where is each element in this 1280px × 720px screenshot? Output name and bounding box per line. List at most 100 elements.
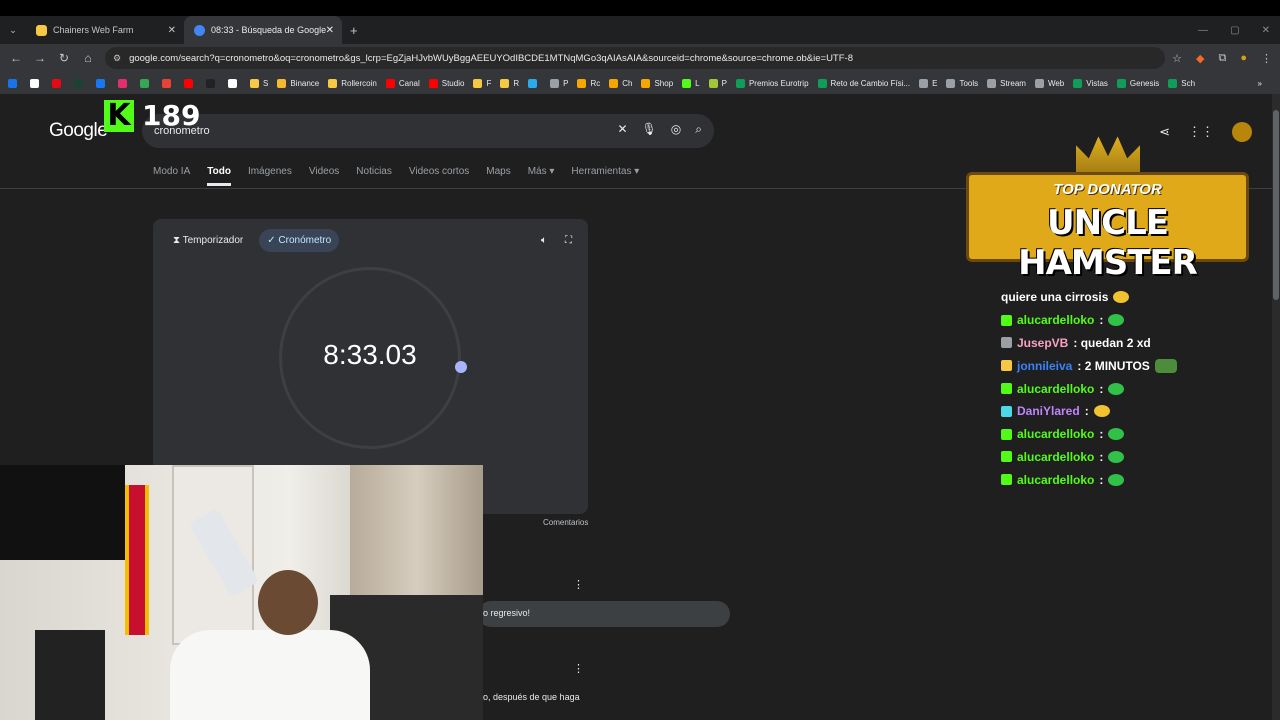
close-window-icon[interactable]: ✕ bbox=[1262, 25, 1270, 36]
bookmark-item[interactable] bbox=[228, 78, 241, 88]
profile-icon[interactable]: ● bbox=[1240, 52, 1247, 64]
extension-fox-icon[interactable]: ◆ bbox=[1196, 52, 1204, 65]
fullscreen-icon[interactable]: ⛶ bbox=[565, 235, 572, 246]
bookmark-item[interactable] bbox=[52, 78, 65, 88]
bookmark-item[interactable]: E bbox=[919, 78, 937, 88]
minimize-icon[interactable]: — bbox=[1198, 25, 1208, 36]
emote-icon bbox=[1113, 291, 1130, 304]
tab-todo[interactable]: Todo bbox=[207, 166, 231, 186]
bookmark-item[interactable]: Studio bbox=[428, 78, 464, 88]
bookmark-item[interactable] bbox=[184, 78, 197, 88]
bookmark-item[interactable]: Sch bbox=[1168, 78, 1195, 88]
bookmarks-overflow-icon[interactable]: » bbox=[1258, 79, 1262, 88]
bookmark-item[interactable] bbox=[118, 78, 131, 88]
tab-chainers[interactable]: Chainers Web Farm ✕ bbox=[26, 16, 184, 44]
url-field[interactable]: ⚙ google.com/search?q=cronometro&oq=cron… bbox=[105, 47, 1165, 69]
search-input[interactable]: cronometro ✕ 🎙︎ ◎ ⌕ bbox=[142, 114, 714, 148]
chat-message: quiere una cirrosis bbox=[1001, 286, 1251, 309]
tab-temporizador[interactable]: ⧗ Temporizador bbox=[165, 229, 251, 252]
bookmark-item[interactable]: P bbox=[708, 78, 727, 88]
bookmark-item[interactable] bbox=[30, 78, 43, 88]
tab-videos-cortos[interactable]: Videos cortos bbox=[409, 166, 469, 186]
bookmark-item[interactable]: P bbox=[550, 78, 569, 88]
bookmark-item[interactable]: Canal bbox=[385, 78, 420, 88]
tab-modo-ia[interactable]: Modo IA bbox=[153, 166, 190, 186]
close-tab-icon[interactable]: ✕ bbox=[168, 25, 176, 36]
bookmark-favicon-icon bbox=[385, 78, 395, 88]
user-badge-icon bbox=[1001, 360, 1012, 372]
close-tab-icon[interactable]: ✕ bbox=[326, 25, 334, 36]
chat-username: alucardelloko bbox=[1017, 449, 1095, 464]
more-options-icon[interactable]: ⋮ bbox=[573, 578, 584, 591]
microphone-icon[interactable]: 🎙︎ bbox=[642, 122, 657, 137]
reload-icon[interactable]: ↻ bbox=[52, 51, 76, 65]
user-badge-icon bbox=[1001, 428, 1012, 440]
tab-maps[interactable]: Maps bbox=[486, 166, 510, 186]
bookmark-item[interactable]: Vistas bbox=[1073, 78, 1108, 88]
new-tab-icon[interactable]: + bbox=[350, 23, 358, 38]
maximize-icon[interactable]: ▢ bbox=[1230, 25, 1239, 36]
tab-google-search[interactable]: 08:33 - Búsqueda de Google ✕ bbox=[184, 16, 342, 44]
bookmark-item[interactable]: Binance bbox=[277, 78, 319, 88]
bookmark-item[interactable]: Premios Eurotrip bbox=[735, 78, 809, 88]
forward-icon[interactable]: → bbox=[28, 51, 52, 65]
tab-cronometro[interactable]: ✓ Cronómetro bbox=[259, 229, 340, 252]
bookmark-item[interactable]: Web bbox=[1034, 78, 1064, 88]
tab-search-icon[interactable]: ⌄ bbox=[0, 25, 26, 36]
clear-search-icon[interactable]: ✕ bbox=[617, 122, 627, 137]
bookmark-item[interactable] bbox=[528, 78, 541, 88]
bookmark-label: P bbox=[563, 78, 569, 88]
bookmark-item[interactable]: Stream bbox=[987, 78, 1026, 88]
menu-icon[interactable]: ⋮ bbox=[1261, 52, 1272, 65]
home-icon[interactable]: ⌂ bbox=[76, 51, 100, 65]
bookmark-item[interactable]: R bbox=[500, 78, 519, 88]
bookmark-favicon-icon bbox=[577, 78, 587, 88]
chat-username: JusepVB bbox=[1017, 335, 1069, 350]
bookmark-item[interactable]: S bbox=[250, 78, 269, 88]
search-icon[interactable]: ⌕ bbox=[695, 122, 702, 137]
bookmark-favicon-icon bbox=[1034, 78, 1044, 88]
bookmark-item[interactable]: Rc bbox=[577, 78, 601, 88]
bookmark-item[interactable]: F bbox=[473, 78, 491, 88]
bookmark-item[interactable]: Rollercoin bbox=[328, 78, 377, 88]
bookmark-label: Premios Eurotrip bbox=[748, 78, 809, 88]
extensions-icon[interactable]: ⧉ bbox=[1218, 52, 1226, 65]
bookmark-item[interactable]: Genesis bbox=[1116, 78, 1159, 88]
chat-username: alucardelloko bbox=[1017, 427, 1095, 442]
tab-noticias[interactable]: Noticias bbox=[356, 166, 392, 186]
bookmark-item[interactable] bbox=[206, 78, 219, 88]
comments-link[interactable]: Comentarios bbox=[543, 518, 588, 527]
tab-videos[interactable]: Videos bbox=[309, 166, 339, 186]
tab-imágenes[interactable]: Imágenes bbox=[248, 166, 292, 186]
chat-username: DaniYlared bbox=[1017, 404, 1080, 419]
bookmark-label: Reto de Cambio Físi... bbox=[830, 78, 911, 88]
bookmark-item[interactable] bbox=[140, 78, 153, 88]
tab-herramientas[interactable]: Herramientas ▾ bbox=[571, 166, 639, 186]
user-badge-icon bbox=[1001, 383, 1012, 395]
chat-message: alucardelloko: bbox=[1001, 446, 1251, 469]
lens-icon[interactable]: ◎ bbox=[671, 122, 681, 137]
bookmark-label: Rc bbox=[590, 78, 601, 88]
scrollbar-thumb[interactable] bbox=[1273, 110, 1279, 300]
kick-follower-overlay: K 189 bbox=[104, 99, 200, 132]
bookmark-item[interactable] bbox=[96, 78, 109, 88]
bookmark-item[interactable]: Reto de Cambio Físi... bbox=[817, 78, 911, 88]
bookmark-item[interactable]: L bbox=[682, 78, 700, 88]
chat-message: JusepVB: quedan 2 xd bbox=[1001, 332, 1251, 355]
sound-icon[interactable]: 🔈︎ bbox=[541, 235, 547, 246]
bookmark-item[interactable] bbox=[8, 78, 21, 88]
bookmark-star-icon[interactable]: ☆ bbox=[1172, 52, 1182, 65]
bookmark-item[interactable]: Shop bbox=[641, 78, 673, 88]
bookmark-item[interactable] bbox=[74, 78, 87, 88]
back-icon[interactable]: ← bbox=[4, 51, 28, 65]
more-options-icon[interactable]: ⋮ bbox=[573, 662, 584, 675]
bookmark-item[interactable] bbox=[162, 78, 175, 88]
top-bar bbox=[0, 0, 1280, 16]
bookmark-label: S bbox=[263, 78, 269, 88]
google-logo[interactable]: Google bbox=[49, 120, 108, 142]
tab-más[interactable]: Más ▾ bbox=[528, 166, 555, 186]
bookmark-favicon-icon bbox=[30, 78, 39, 88]
site-info-icon[interactable]: ⚙ bbox=[113, 53, 121, 64]
bookmark-item[interactable]: Tools bbox=[946, 78, 978, 88]
bookmark-item[interactable]: Ch bbox=[609, 78, 632, 88]
